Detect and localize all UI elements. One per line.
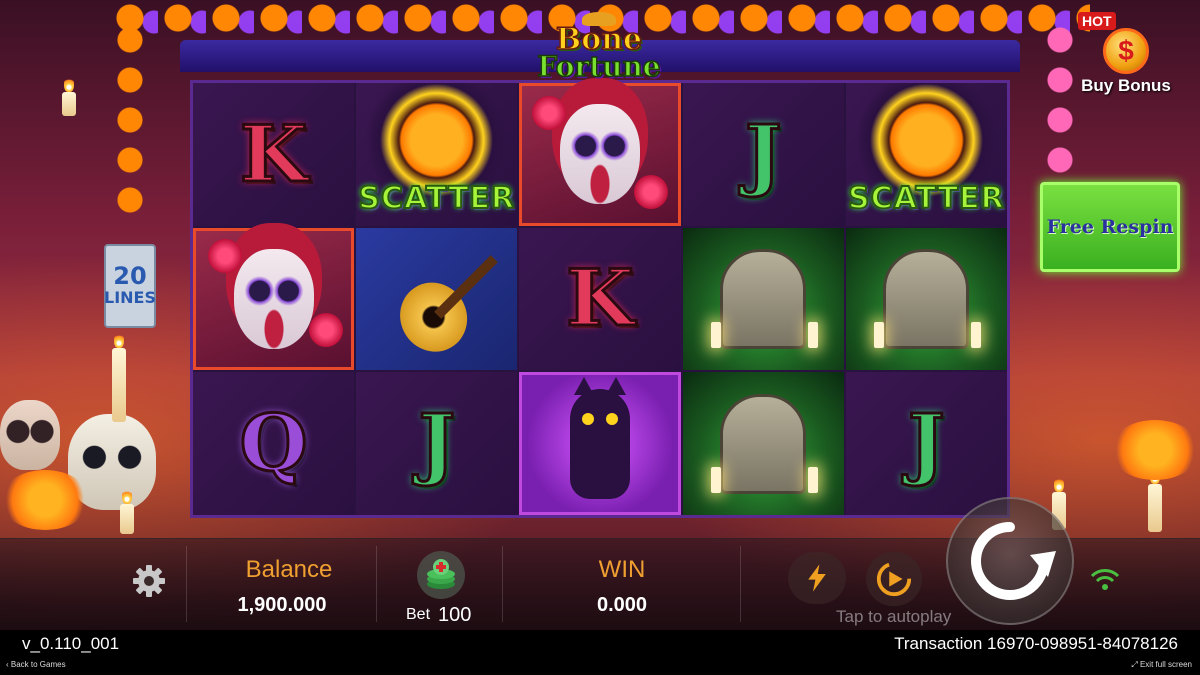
version-text: v_0.110_001 (22, 634, 120, 653)
coin-stack-plus-icon (417, 551, 465, 599)
reel-symbol-j: J (845, 372, 1007, 515)
reel-symbol-cat (519, 372, 681, 515)
balance-label: Balance (245, 556, 333, 583)
candle-decoration (62, 76, 76, 116)
catrina-face-icon (233, 248, 314, 349)
transaction-id: Transaction 16970-098951-84078126 (894, 634, 1178, 653)
divider (502, 546, 503, 622)
paylines-label: LINES (104, 288, 156, 307)
balance-value: 1,900.000 (237, 594, 327, 616)
autoplay-hint: Tap to autoplay (836, 607, 952, 626)
bet-value: 100 (438, 604, 472, 626)
gravestone-icon (883, 248, 970, 349)
reel-grid: K SCATTER J SCATTER K Q J J (192, 82, 1008, 516)
marigold-garland-right (1040, 20, 1080, 180)
win-value: 0.000 (596, 594, 648, 616)
cat-icon (569, 376, 630, 499)
bet-button[interactable] (416, 550, 466, 600)
catrina-face-icon (559, 104, 640, 205)
coin-icon: $ (1103, 28, 1149, 74)
divider (740, 546, 741, 622)
divider (376, 546, 377, 622)
marigold-bouquet-decoration (0, 470, 90, 530)
marigold-garland-left (110, 20, 150, 220)
candle-decoration (1148, 468, 1162, 532)
logo-line-2: Fortune (537, 50, 662, 83)
reel-symbol-catrina (519, 83, 681, 226)
exit-full-screen-link[interactable]: ⤢ Exit full screen (1131, 660, 1192, 670)
paylines-badge: 20 LINES (104, 244, 156, 328)
autoplay-button[interactable] (866, 552, 922, 606)
reel-symbol-scatter: SCATTER (845, 83, 1007, 226)
paylines-count: 20 (113, 262, 147, 290)
reel-symbol-k: K (193, 83, 355, 226)
candle-decoration (120, 488, 134, 534)
reel-symbol-gravestone (682, 227, 844, 371)
wifi-icon (1090, 569, 1120, 590)
settings-button[interactable] (122, 556, 176, 606)
gravestone-icon (720, 393, 807, 494)
autoplay-play-icon (876, 561, 912, 597)
sugar-skull-small-decoration (0, 400, 60, 470)
spin-arrow-icon (971, 522, 1056, 600)
lightning-icon (808, 564, 826, 592)
reel-symbol-j: J (356, 372, 518, 515)
hot-badge: HOT (1078, 12, 1116, 30)
gravestone-icon (720, 248, 807, 349)
reel-symbol-gravestone (845, 227, 1007, 371)
free-respin-button[interactable]: Free Respin (1040, 182, 1180, 272)
buy-bonus-button[interactable]: HOT $ Buy Bonus (1076, 10, 1176, 104)
exit-full-screen-label: Exit full screen (1139, 660, 1192, 669)
gear-icon (133, 565, 165, 597)
free-respin-label: Free Respin (1046, 216, 1174, 238)
buy-bonus-label: Buy Bonus (1081, 76, 1171, 95)
divider (186, 546, 187, 622)
turbo-button[interactable] (788, 552, 846, 604)
sugar-skull-decoration (68, 414, 156, 510)
reel-symbol-j: J (682, 83, 844, 226)
marigold-bouquet-decoration (1110, 420, 1200, 480)
reel-symbol-guitar (356, 227, 518, 371)
bet-label: Bet (406, 606, 431, 623)
game-logo: Bone Fortune (524, 12, 674, 82)
reel-symbol-gravestone (682, 372, 844, 515)
back-to-games-link[interactable]: ‹ Back to Games (6, 660, 66, 669)
reel-symbol-k: K (519, 227, 681, 371)
candle-decoration (112, 332, 126, 422)
reel-symbol-q: Q (193, 372, 355, 515)
reel-symbol-catrina (193, 227, 355, 371)
reel-symbol-scatter: SCATTER (356, 83, 518, 226)
win-label: WIN (598, 556, 646, 583)
spin-button[interactable] (946, 497, 1074, 625)
back-to-games-label: Back to Games (10, 660, 66, 669)
